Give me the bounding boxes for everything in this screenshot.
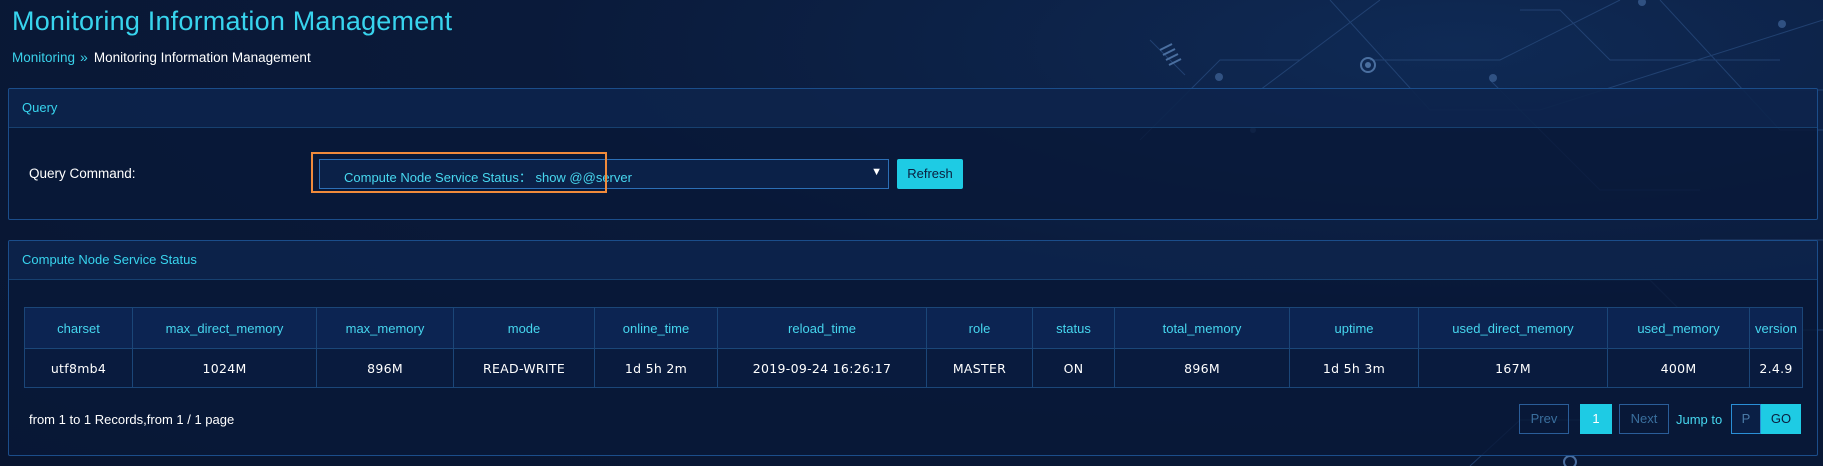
table-cell-max-memory: 896M <box>316 348 454 388</box>
column-header[interactable]: charset <box>24 307 133 349</box>
table-cell-max-direct-memory: 1024M <box>132 348 317 388</box>
column-header[interactable]: version <box>1749 307 1803 349</box>
page-1-button[interactable]: 1 <box>1580 404 1612 434</box>
records-info: from 1 to 1 Records,from 1 / 1 page <box>29 412 235 427</box>
table-cell-version: 2.4.9 <box>1749 348 1803 388</box>
refresh-button[interactable]: Refresh <box>897 159 963 189</box>
service-status-panel: Compute Node Service Status charset max_… <box>8 240 1818 456</box>
column-header[interactable]: status <box>1032 307 1115 349</box>
column-header[interactable]: role <box>926 307 1033 349</box>
column-header[interactable]: mode <box>453 307 595 349</box>
double-chevron-right-icon: » <box>80 49 88 65</box>
table-header-row: charset max_direct_memory max_memory mod… <box>24 307 1803 349</box>
breadcrumb: Monitoring » Monitoring Information Mana… <box>12 49 311 65</box>
table-cell-reload-time: 2019-09-24 16:26:17 <box>717 348 927 388</box>
next-page-button[interactable]: Next <box>1619 404 1669 434</box>
breadcrumb-monitoring-link[interactable]: Monitoring <box>12 50 75 65</box>
go-button[interactable]: GO <box>1761 404 1801 434</box>
column-header[interactable]: max_direct_memory <box>132 307 317 349</box>
query-panel-title: Query <box>9 89 1817 128</box>
table-cell-used-memory: 400M <box>1607 348 1750 388</box>
prev-page-button[interactable]: Prev <box>1519 404 1569 434</box>
query-command-select[interactable]: Compute Node Service Status： show @@serv… <box>319 159 889 189</box>
column-header[interactable]: reload_time <box>717 307 927 349</box>
breadcrumb-current: Monitoring Information Management <box>93 49 311 65</box>
jump-page-input[interactable]: P <box>1731 404 1761 434</box>
column-header[interactable]: online_time <box>594 307 718 349</box>
service-status-table: charset max_direct_memory max_memory mod… <box>24 307 1803 388</box>
table-cell-total-memory: 896M <box>1114 348 1290 388</box>
query-panel: Query Query Command: Compute Node Servic… <box>8 88 1818 220</box>
table-cell-charset: utf8mb4 <box>24 348 133 388</box>
table-cell-status: ON <box>1032 348 1115 388</box>
column-header[interactable]: total_memory <box>1114 307 1290 349</box>
query-command-label: Query Command: <box>29 166 136 181</box>
table-cell-role: MASTER <box>926 348 1033 388</box>
table-cell-used-direct-memory: 167M <box>1418 348 1608 388</box>
page-title: Monitoring Information Management <box>12 6 453 36</box>
table-cell-mode: READ-WRITE <box>453 348 595 388</box>
table-cell-uptime: 1d 5h 3m <box>1289 348 1419 388</box>
table-cell-online-time: 1d 5h 2m <box>594 348 718 388</box>
service-status-panel-title: Compute Node Service Status <box>9 241 1817 280</box>
column-header[interactable]: used_memory <box>1607 307 1750 349</box>
jump-to-label: Jump to <box>1676 412 1723 427</box>
column-header[interactable]: used_direct_memory <box>1418 307 1608 349</box>
column-header[interactable]: max_memory <box>316 307 454 349</box>
table-row: utf8mb4 1024M 896M READ-WRITE 1d 5h 2m 2… <box>24 348 1803 388</box>
dropdown-caret-icon: ▼ <box>871 166 882 178</box>
column-header[interactable]: uptime <box>1289 307 1419 349</box>
query-command-selected-value: Compute Node Service Status： show @@serv… <box>344 170 632 185</box>
